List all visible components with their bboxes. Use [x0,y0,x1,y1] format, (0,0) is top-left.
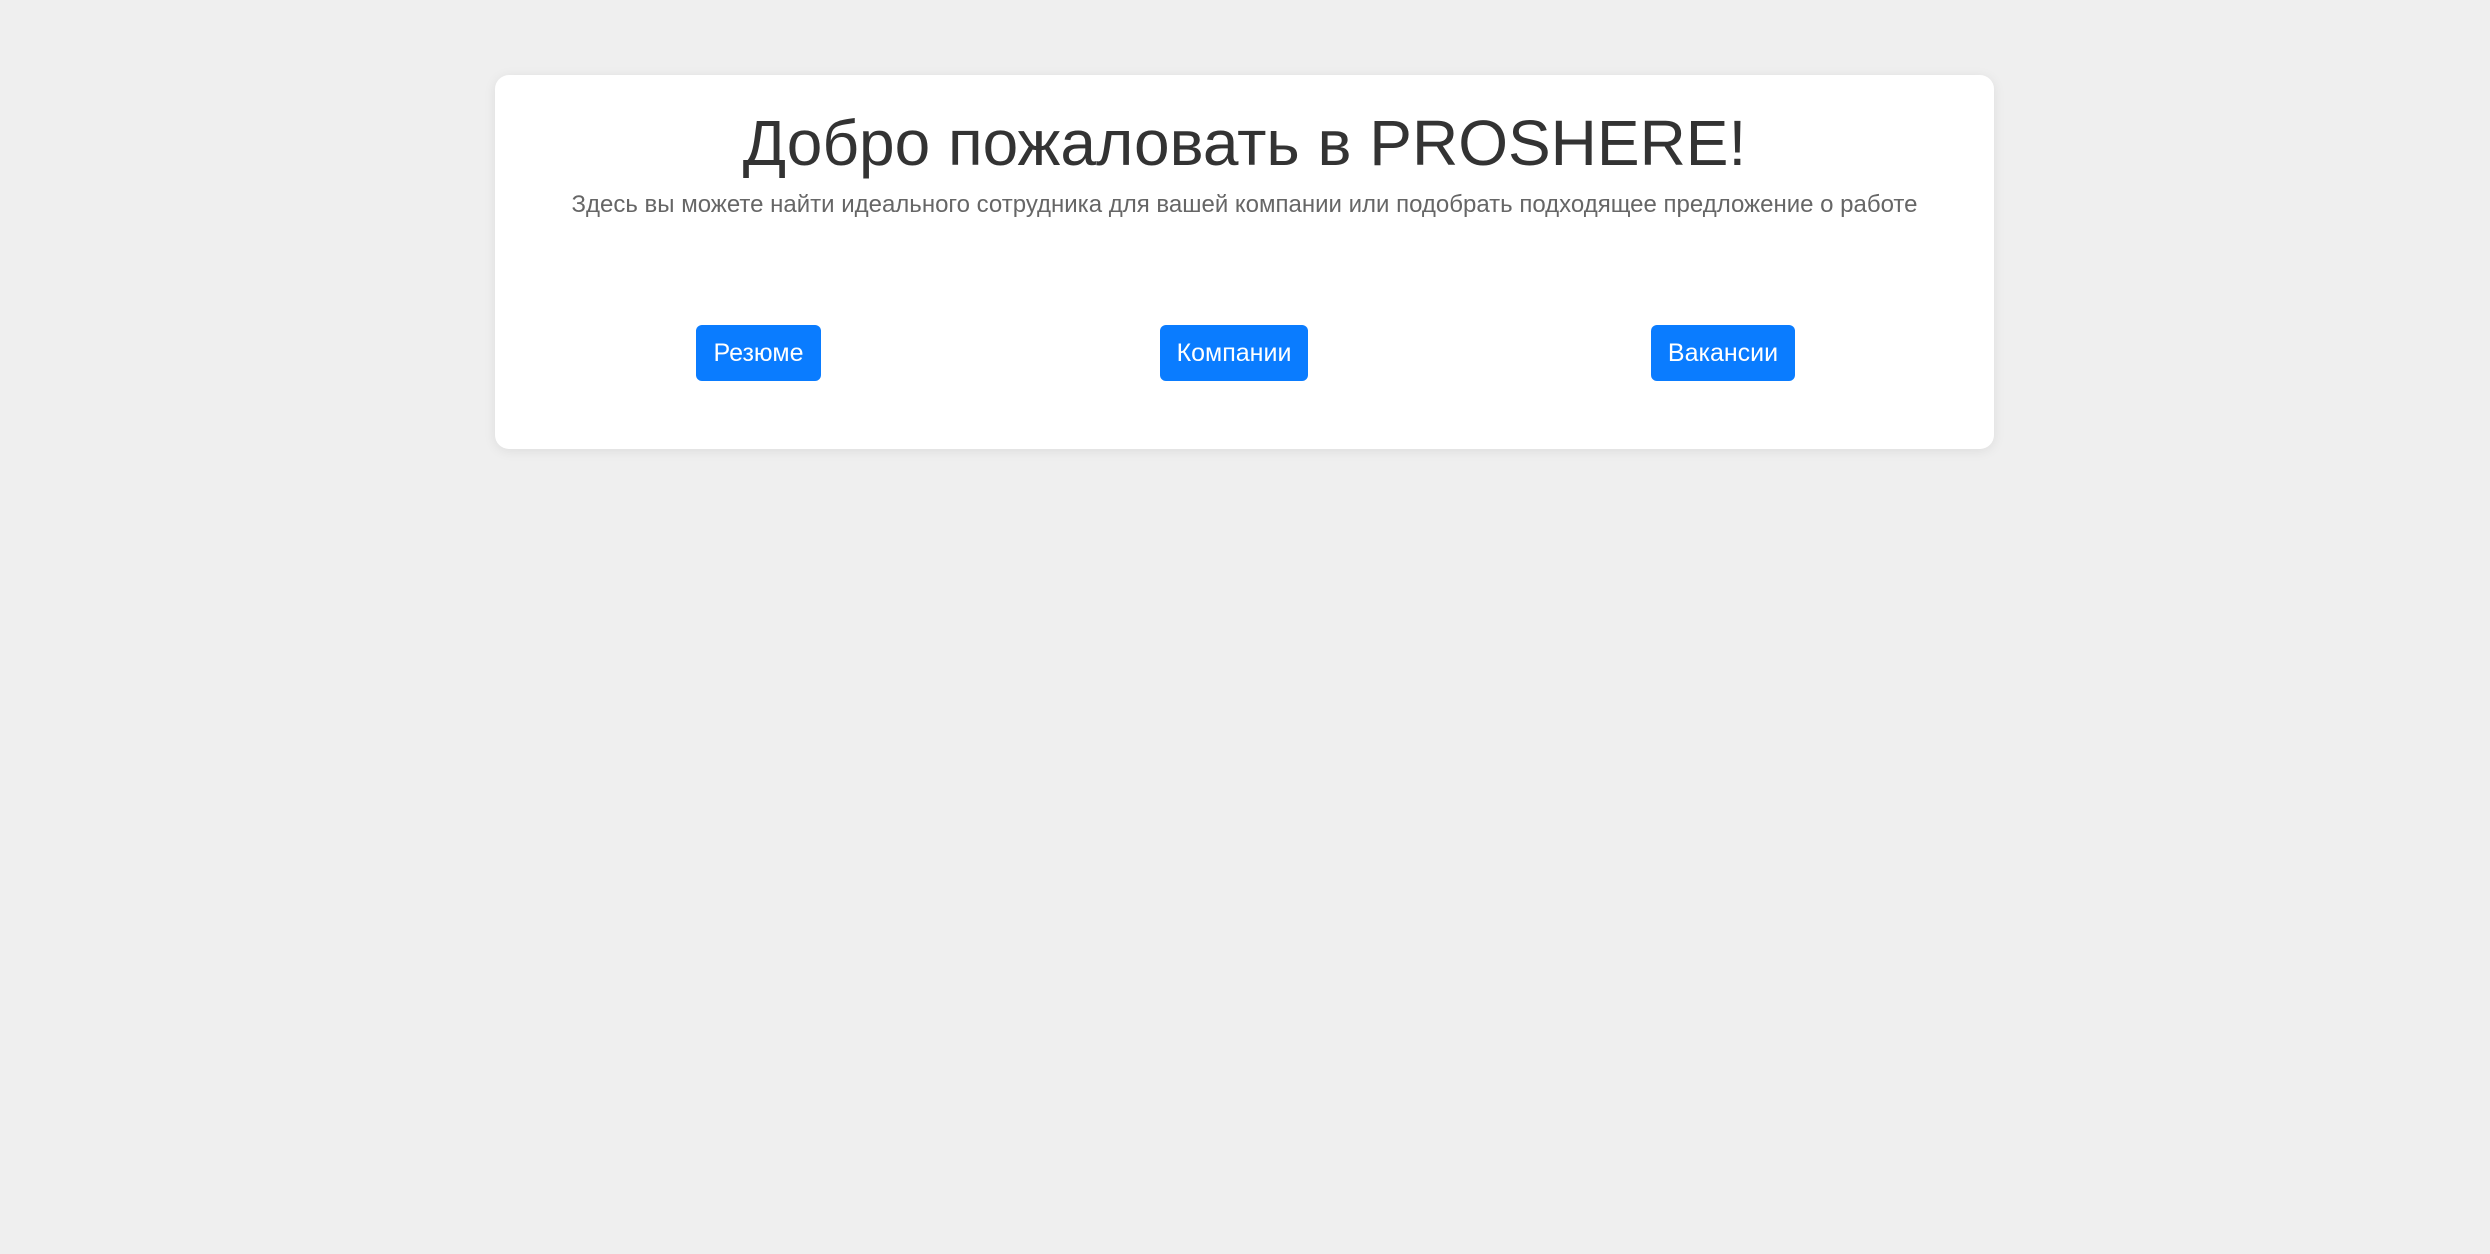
vacancies-button[interactable]: Вакансии [1651,325,1795,381]
welcome-card: Добро пожаловать в PROSHERE! Здесь вы мо… [495,75,1994,449]
page-title: Добро пожаловать в PROSHERE! [742,107,1747,179]
resume-button[interactable]: Резюме [696,325,821,381]
page-subtitle: Здесь вы можете найти идеального сотрудн… [571,191,1918,218]
companies-button[interactable]: Компании [1160,325,1308,381]
